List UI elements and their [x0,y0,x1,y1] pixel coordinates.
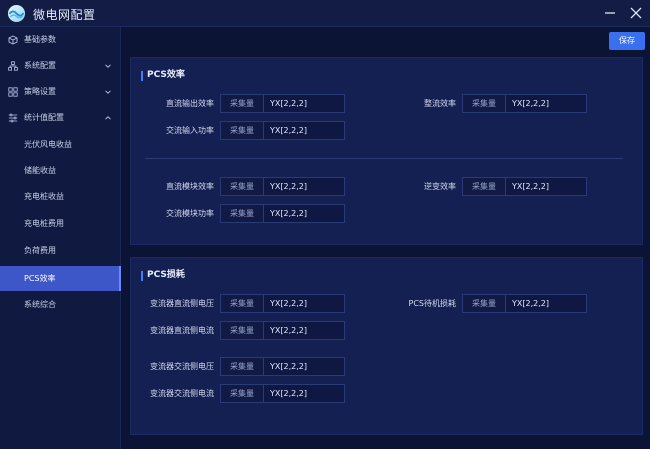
sidebar-subitem-label: 储能收益 [24,166,56,175]
wave-logo-icon [7,4,26,23]
form-row: PCS待机损耗 采集量 YX[2,2,2] [131,294,644,313]
sidebar-subitem-storage-revenue[interactable]: 储能收益 [0,158,121,183]
source-type-tag[interactable]: 采集量 [220,321,263,340]
minimize-icon[interactable] [600,3,620,23]
sidebar-subitem-label: 系统综合 [24,300,56,309]
sidebar-subitem-label: 负荷费用 [24,246,56,255]
divider [145,158,623,159]
point-value-field[interactable]: YX[2,2,2] [263,357,345,376]
title-bar: 微电网配置 [0,0,650,27]
source-type-tag[interactable]: 采集量 [462,177,505,196]
chevron-up-icon [105,116,111,120]
save-button[interactable]: 保存 [609,32,645,50]
form-row: 变流器交流侧电压 采集量 YX[2,2,2] [131,357,644,376]
form-row: 逆变效率 采集量 YX[2,2,2] [131,177,644,196]
sidebar-subitem-label: 充电桩收益 [24,192,64,201]
main-content: 保存 PCS效率 直流输出效率 采集量 YX[2,2,2] 整流效率 采集量 Y… [122,27,650,449]
field-label: 交流模块功率 [166,209,214,218]
sidebar-item-label: 系统配置 [24,61,56,70]
sidebar-item-label: 基础参数 [24,35,56,44]
sidebar-item-label: 策略设置 [24,87,56,96]
point-value-field[interactable]: YX[2,2,2] [263,384,345,403]
field-label: 变流器交流侧电压 [150,362,214,371]
point-value-field[interactable]: YX[2,2,2] [263,204,345,223]
sidebar: 基础参数 系统配置 策略设置 统计值配置 光伏风电收益 储能收益 充电桩收益 充… [0,27,121,449]
close-icon[interactable] [626,3,646,23]
sidebar-item-label: 统计值配置 [24,113,64,122]
point-value-field[interactable]: YX[2,2,2] [505,177,587,196]
point-value-field[interactable]: YX[2,2,2] [263,321,345,340]
sidebar-subitem-charger-cost[interactable]: 充电桩费用 [0,211,121,236]
source-type-tag[interactable]: 采集量 [462,294,505,313]
point-value-field[interactable]: YX[2,2,2] [263,121,345,140]
field-label: 交流输入功率 [166,126,214,135]
chevron-down-icon [105,90,111,94]
form-row: 整流效率 采集量 YX[2,2,2] [131,94,644,113]
field-label: 整流效率 [424,99,456,108]
field-label: 变流器直流侧电流 [150,326,214,335]
chevron-down-icon [105,64,111,68]
section-pcs-loss: PCS损耗 变流器直流侧电压 采集量 YX[2,2,2] PCS待机损耗 采集量… [130,257,643,435]
section-title: PCS效率 [141,70,185,81]
sidebar-subitem-label: PCS效率 [24,274,56,283]
section-title: PCS损耗 [141,270,185,281]
source-type-tag[interactable]: 采集量 [220,357,263,376]
source-type-tag[interactable]: 采集量 [220,384,263,403]
sidebar-subitem-charger-revenue[interactable]: 充电桩收益 [0,184,121,209]
sidebar-subitem-pv-wind-revenue[interactable]: 光伏风电收益 [0,132,121,157]
source-type-tag[interactable]: 采集量 [220,121,263,140]
form-row: 变流器交流侧电流 采集量 YX[2,2,2] [131,384,644,403]
sidebar-subitem-label: 充电桩费用 [24,219,64,228]
sidebar-subitem-system-summary[interactable]: 系统综合 [0,292,121,317]
grid-icon [8,87,18,97]
sidebar-subitem-pcs-efficiency[interactable]: PCS效率 [0,266,121,291]
source-type-tag[interactable]: 采集量 [220,204,263,223]
form-row: 交流模块功率 采集量 YX[2,2,2] [131,204,644,223]
point-value-field[interactable]: YX[2,2,2] [505,294,587,313]
form-row: 变流器直流侧电流 采集量 YX[2,2,2] [131,321,644,340]
sidebar-item-basic-params[interactable]: 基础参数 [0,27,121,53]
point-value-field[interactable]: YX[2,2,2] [505,94,587,113]
settings-list-icon [8,113,18,123]
form-row: 交流输入功率 采集量 YX[2,2,2] [131,121,644,140]
network-icon [8,61,18,71]
sidebar-item-system-config[interactable]: 系统配置 [0,53,121,79]
field-label: PCS待机损耗 [408,299,457,308]
section-pcs-efficiency: PCS效率 直流输出效率 采集量 YX[2,2,2] 整流效率 采集量 YX[2… [130,57,643,245]
sidebar-subitem-label: 光伏风电收益 [24,140,72,149]
sidebar-item-statistics-config[interactable]: 统计值配置 [0,105,121,131]
app-title: 微电网配置 [33,8,96,22]
field-label: 逆变效率 [424,182,456,191]
cube-icon [8,35,18,45]
field-label: 变流器交流侧电流 [150,389,214,398]
source-type-tag[interactable]: 采集量 [462,94,505,113]
sidebar-item-strategy-settings[interactable]: 策略设置 [0,79,121,105]
sidebar-subitem-load-cost[interactable]: 负荷费用 [0,238,121,263]
